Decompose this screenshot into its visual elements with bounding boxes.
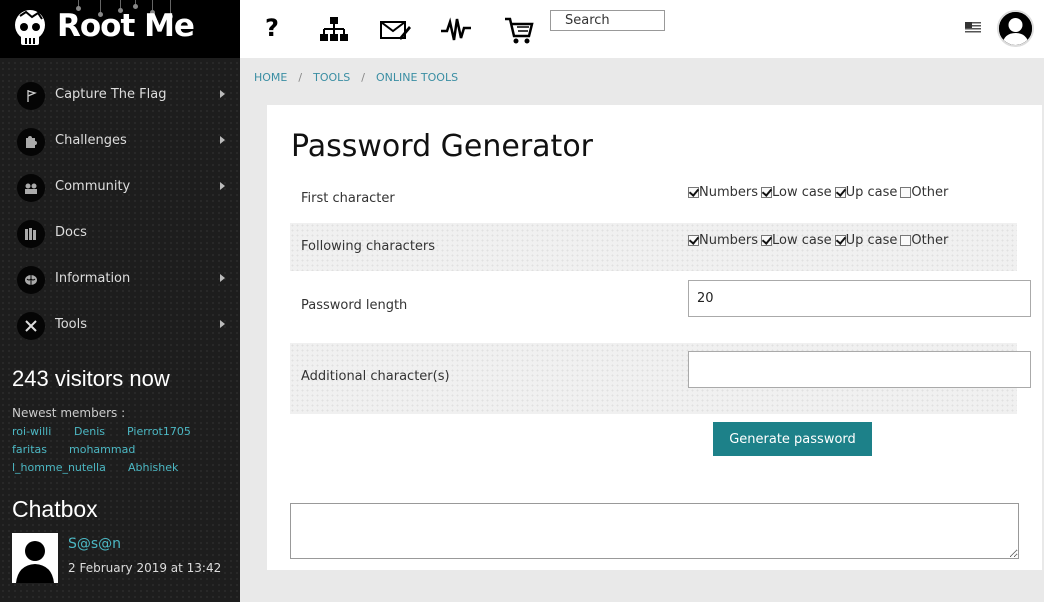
sidebar-item-label: Information <box>55 271 131 286</box>
checkbox-label: Up case <box>845 233 898 248</box>
first-character-label: First character <box>301 191 395 206</box>
checkbox-label: Low case <box>772 185 832 200</box>
cart-icon[interactable] <box>503 14 535 46</box>
flag-icon <box>17 82 45 110</box>
user-silhouette-icon <box>12 533 58 583</box>
first-upcase-checkbox[interactable] <box>834 187 846 198</box>
member-link[interactable]: Abhishek <box>128 461 178 474</box>
following-upcase-checkbox[interactable] <box>834 235 846 246</box>
additional-characters-input[interactable] <box>688 351 1031 388</box>
sidebar-item-label: Capture The Flag <box>55 87 167 102</box>
password-length-label: Password length <box>301 298 408 313</box>
breadcrumb-online-tools[interactable]: ONLINE TOOLS <box>376 71 458 84</box>
first-numbers-checkbox[interactable] <box>688 187 699 198</box>
member-link[interactable]: l_homme_nutella <box>12 461 106 474</box>
sidebar-item-tools[interactable]: Tools <box>0 303 240 349</box>
sidebar-item-label: Tools <box>55 317 88 332</box>
decor-dangle <box>76 0 81 11</box>
breadcrumb-separator: / <box>298 71 303 84</box>
breadcrumb-tools[interactable]: TOOLS <box>313 71 350 84</box>
mail-icon[interactable] <box>379 14 411 46</box>
chevron-right-icon <box>220 182 225 190</box>
following-numbers-checkbox[interactable] <box>688 235 699 246</box>
logo-text: Root Me <box>57 8 195 44</box>
help-icon[interactable]: ? <box>262 14 282 46</box>
newest-members-label: Newest members : <box>12 406 126 420</box>
chevron-right-icon <box>220 320 225 328</box>
breadcrumb: HOME / TOOLS / ONLINE TOOLS <box>254 71 458 84</box>
password-length-row: Password length <box>290 275 1031 341</box>
sidebar-item-information[interactable]: Information <box>0 257 240 303</box>
books-icon <box>17 220 45 248</box>
checkbox-label: Other <box>911 233 949 248</box>
following-characters-label: Following characters <box>301 239 436 254</box>
chat-username[interactable]: S@s@n <box>68 536 121 552</box>
password-length-input[interactable] <box>688 280 1031 317</box>
sidebar-item-challenges[interactable]: Challenges <box>0 119 240 165</box>
result-textarea[interactable] <box>290 503 1019 559</box>
sidebar-item-label: Docs <box>55 225 87 240</box>
password-generator-panel: Password Generator First character Numbe… <box>267 105 1042 570</box>
page-title: Password Generator <box>291 129 594 164</box>
puzzle-icon <box>17 128 45 156</box>
sitemap-icon[interactable] <box>318 14 350 46</box>
sidebar-item-label: Challenges <box>55 133 127 148</box>
chatbox-title: Chatbox <box>12 496 98 522</box>
sidebar-item-docs[interactable]: Docs <box>0 211 240 257</box>
following-characters-row: Following characters Numbers Low case Up c… <box>290 223 1017 271</box>
sidebar-item-capture-the-flag[interactable]: Capture The Flag <box>0 73 240 119</box>
checkbox-label: Up case <box>845 185 898 200</box>
logo[interactable]: Root Me <box>0 0 240 58</box>
brain-icon <box>17 266 45 294</box>
search-input[interactable] <box>550 10 665 31</box>
member-link[interactable]: faritas <box>12 443 47 456</box>
chevron-right-icon <box>220 274 225 282</box>
top-bar: ? <box>240 0 1044 58</box>
additional-characters-label: Additional character(s) <box>301 369 450 384</box>
first-character-row: First character Numbers Low case Up case Ot… <box>290 175 1017 219</box>
breadcrumb-separator: / <box>361 71 365 84</box>
chat-avatar[interactable] <box>12 533 58 583</box>
skull-logo-icon <box>15 10 45 45</box>
sidebar: Root Me Capture The Flag Challenges Comm… <box>0 0 240 602</box>
member-link[interactable]: Pierrot1705 <box>127 425 191 438</box>
people-icon <box>17 174 45 202</box>
following-lowcase-checkbox[interactable] <box>761 235 772 246</box>
first-lowcase-checkbox[interactable] <box>761 187 772 198</box>
member-link[interactable]: mohammad <box>69 443 135 456</box>
user-avatar[interactable] <box>997 10 1034 47</box>
chat-timestamp: 2 February 2019 at 13:42 <box>68 561 222 575</box>
visitors-count: 243 visitors now <box>12 366 170 391</box>
sidebar-item-label: Community <box>55 179 131 194</box>
first-other-checkbox[interactable] <box>900 187 912 198</box>
checkbox-label: Low case <box>772 233 832 248</box>
checkbox-label: Other <box>911 185 949 200</box>
checkbox-label: Numbers <box>699 185 758 200</box>
user-silhouette-icon <box>999 12 1032 45</box>
activity-icon[interactable] <box>440 14 472 46</box>
sidebar-item-community[interactable]: Community <box>0 165 240 211</box>
tools-icon <box>17 312 45 340</box>
us-flag-icon[interactable] <box>965 22 981 34</box>
first-character-options: Numbers Low case Up case Other <box>688 185 951 200</box>
chevron-right-icon <box>220 136 225 144</box>
breadcrumb-home[interactable]: HOME <box>254 71 287 84</box>
decor-dangle <box>133 0 138 9</box>
generate-password-button[interactable]: Generate password <box>713 422 872 456</box>
member-link[interactable]: Denis <box>74 425 105 438</box>
member-link[interactable]: roi-willi <box>12 425 51 438</box>
following-characters-options: Numbers Low case Up case Other <box>688 233 951 248</box>
checkbox-label: Numbers <box>699 233 758 248</box>
additional-characters-row: Additional character(s) <box>290 343 1031 414</box>
chevron-right-icon <box>220 90 225 98</box>
following-other-checkbox[interactable] <box>900 235 912 246</box>
